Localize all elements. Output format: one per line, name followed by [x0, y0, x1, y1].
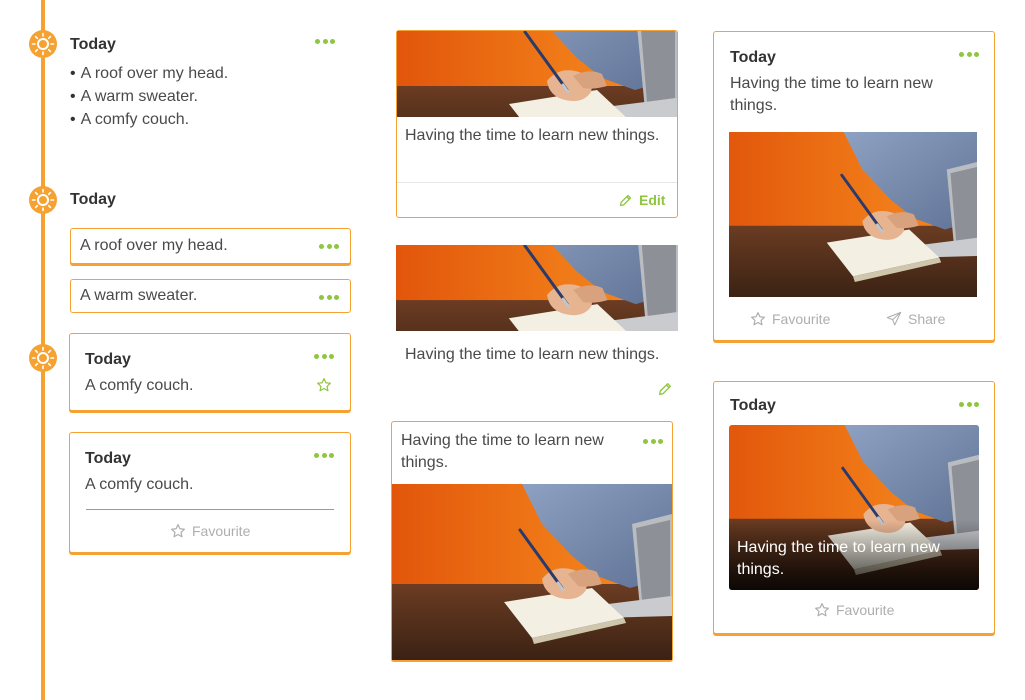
divider: [86, 509, 334, 510]
note-card[interactable]: Today A comfy couch.: [69, 333, 351, 411]
row-text: A warm sweater.: [80, 287, 198, 304]
favourite-label: Favourite: [772, 311, 831, 327]
desk-photo: Having the time to learn new things.: [729, 425, 979, 590]
card-text: A comfy couch.: [85, 377, 194, 394]
card-heading: Today: [85, 450, 131, 467]
desk-photo: [729, 132, 977, 297]
card-text: A comfy couch.: [85, 476, 194, 493]
card-heading: Today: [85, 351, 131, 368]
photo-card[interactable]: Today Having the time to learn new thing…: [713, 381, 995, 634]
timeline-node-sun-icon: [29, 30, 57, 58]
send-icon: [886, 311, 902, 326]
list-row-card[interactable]: A roof over my head.: [70, 228, 351, 264]
favourite-button[interactable]: Favourite: [750, 311, 830, 327]
timeline-node-sun-icon: [29, 186, 57, 214]
desk-photo: [397, 31, 677, 117]
favourite-button[interactable]: Favourite: [814, 602, 894, 618]
star-icon: [815, 603, 829, 617]
photo-card[interactable]: Having the time to learn new things. Edi…: [396, 30, 678, 218]
pencil-icon: [619, 194, 632, 206]
card-heading: Today: [730, 397, 776, 414]
desk-photo: [396, 245, 678, 331]
favourite-button[interactable]: Favourite: [170, 523, 250, 539]
photo-caption: Having the time to learn new things.: [405, 346, 660, 363]
photo-card[interactable]: Today Having the time to learn new thing…: [713, 31, 995, 341]
favourite-label: Favourite: [836, 602, 895, 618]
list-item: A warm sweater.: [70, 85, 228, 108]
row-text: A roof over my head.: [80, 237, 228, 254]
photo-card[interactable]: Having the time to learn new things.: [391, 421, 673, 660]
desk-photo: [392, 484, 672, 660]
entry-heading: Today: [70, 36, 116, 53]
share-label: Share: [908, 311, 946, 327]
edit-label: Edit: [639, 192, 666, 208]
more-dots-icon[interactable]: [315, 39, 335, 44]
entry-heading: Today: [70, 191, 116, 208]
card-text: Having the time to learn new things.: [405, 127, 660, 144]
pencil-icon[interactable]: [657, 381, 673, 402]
edit-button[interactable]: Edit: [618, 192, 665, 208]
star-icon: [171, 524, 185, 538]
more-dots-icon[interactable]: [319, 244, 339, 249]
list-row-card[interactable]: A warm sweater.: [70, 279, 351, 313]
bullet-list: A roof over my head. A warm sweater. A c…: [70, 62, 229, 131]
note-card[interactable]: Today A comfy couch. Favourite: [69, 432, 351, 553]
favourite-label: Favourite: [192, 523, 251, 539]
more-dots-icon[interactable]: [319, 295, 339, 300]
more-dots-icon[interactable]: [959, 402, 979, 407]
star-icon[interactable]: [316, 377, 332, 398]
star-icon: [751, 312, 765, 326]
more-dots-icon[interactable]: [643, 439, 663, 444]
more-dots-icon[interactable]: [959, 52, 979, 57]
list-item: A roof over my head.: [70, 62, 229, 85]
divider: [397, 182, 677, 183]
card-heading: Today: [730, 49, 776, 66]
card-text: Having the time to learn new things.: [401, 432, 604, 471]
caption-overlay: Having the time to learn new things.: [729, 520, 979, 590]
card-text: Having the time to learn new things.: [730, 75, 933, 114]
timeline-node-sun-icon: [29, 344, 57, 372]
list-item: A comfy couch.: [70, 108, 228, 131]
more-dots-icon[interactable]: [314, 354, 334, 359]
more-dots-icon[interactable]: [314, 453, 334, 458]
share-button[interactable]: Share: [886, 311, 945, 327]
photo-caption: Having the time to learn new things.: [737, 539, 940, 578]
